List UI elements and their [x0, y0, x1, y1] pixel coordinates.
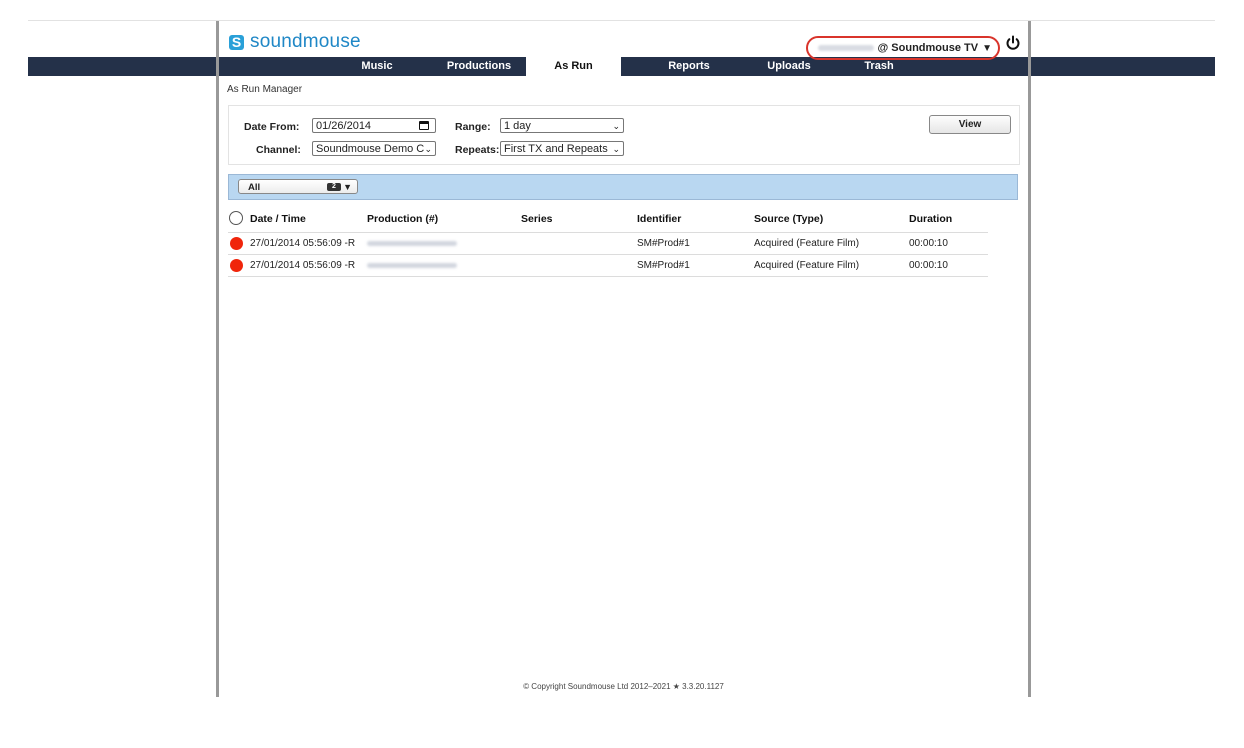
power-icon[interactable] [1005, 35, 1021, 51]
header-identifier[interactable]: Identifier [637, 213, 681, 225]
user-org: @ Soundmouse TV [877, 42, 979, 54]
header-production[interactable]: Production (#) [367, 213, 438, 225]
table-row[interactable]: 27/01/2014 05:56:09 -R SM#Prod#1 Acquire… [228, 255, 988, 277]
brand-name: soundmouse [250, 31, 361, 52]
calendar-icon[interactable] [419, 121, 429, 130]
cell-datetime: 27/01/2014 05:56:09 -R [250, 238, 356, 249]
status-dot-icon [230, 237, 243, 250]
blurred-production [367, 263, 457, 268]
range-value: 1 day [504, 120, 531, 132]
filter-toolbar: All 2 ▼ [228, 174, 1018, 200]
cell-source: Acquired (Feature Film) [754, 260, 860, 271]
tab-as-run[interactable]: As Run [526, 57, 621, 76]
select-all-radio[interactable] [229, 211, 243, 225]
table-row[interactable]: 27/01/2014 05:56:09 -R SM#Prod#1 Acquire… [228, 232, 988, 255]
tab-uploads[interactable]: Uploads [744, 57, 834, 76]
all-filter-dropdown[interactable]: All 2 ▼ [238, 179, 358, 194]
cell-identifier: SM#Prod#1 [637, 260, 690, 271]
header-series[interactable]: Series [521, 213, 553, 225]
cell-source: Acquired (Feature Film) [754, 238, 860, 249]
cell-duration: 00:00:10 [909, 238, 948, 249]
cell-duration: 00:00:10 [909, 260, 948, 271]
main-tabs: Music Productions As Run Reports Uploads… [219, 57, 1028, 76]
chevron-down-icon: ▼ [343, 182, 352, 192]
cell-identifier: SM#Prod#1 [637, 238, 690, 249]
channel-select[interactable]: Soundmouse Demo C ⌄ [312, 141, 436, 156]
view-button[interactable]: View [929, 115, 1011, 134]
header-date-time[interactable]: Date / Time [250, 213, 306, 225]
range-label: Range: [455, 121, 491, 133]
tab-trash[interactable]: Trash [849, 57, 909, 76]
header-duration[interactable]: Duration [909, 213, 952, 225]
repeats-label: Repeats: [455, 144, 500, 156]
blurred-username [817, 45, 874, 51]
count-badge: 2 [327, 183, 341, 191]
channel-value: Soundmouse Demo C [316, 143, 425, 155]
date-from-label: Date From: [244, 121, 300, 133]
tab-reports[interactable]: Reports [639, 57, 739, 76]
channel-label: Channel: [256, 144, 301, 156]
brand-logo[interactable]: S soundmouse [229, 31, 361, 53]
page-container: S soundmouse @ Soundmouse TV ▼ Music Pro… [216, 21, 1031, 697]
range-select[interactable]: 1 day ⌄ [500, 118, 624, 133]
breadcrumb: As Run Manager [227, 84, 303, 95]
tab-productions[interactable]: Productions [429, 57, 529, 76]
chevron-down-icon: ⌄ [612, 144, 620, 154]
cell-datetime: 27/01/2014 05:56:09 -R [250, 260, 356, 271]
status-dot-icon [230, 259, 243, 272]
chevron-down-icon: ⌄ [612, 121, 620, 131]
chevron-down-icon: ⌄ [424, 144, 432, 154]
soundmouse-logo-icon: S [229, 34, 244, 50]
footer-copyright: © Copyright Soundmouse Ltd 2012–2021 ★ 3… [523, 682, 724, 691]
as-run-table: 27/01/2014 05:56:09 -R SM#Prod#1 Acquire… [228, 232, 988, 277]
date-from-input[interactable]: 01/26/2014 [312, 118, 436, 133]
repeats-select[interactable]: First TX and Repeats ⌄ [500, 141, 624, 156]
header-source-type[interactable]: Source (Type) [754, 213, 823, 225]
all-filter-label: All [248, 182, 261, 193]
chevron-down-icon: ▼ [982, 42, 992, 54]
date-from-value: 01/26/2014 [316, 120, 372, 132]
tab-music[interactable]: Music [347, 57, 407, 76]
blurred-production [367, 241, 457, 246]
filter-panel: Date From: 01/26/2014 Range: 1 day ⌄ Cha… [228, 105, 1020, 165]
repeats-value: First TX and Repeats [504, 143, 608, 155]
